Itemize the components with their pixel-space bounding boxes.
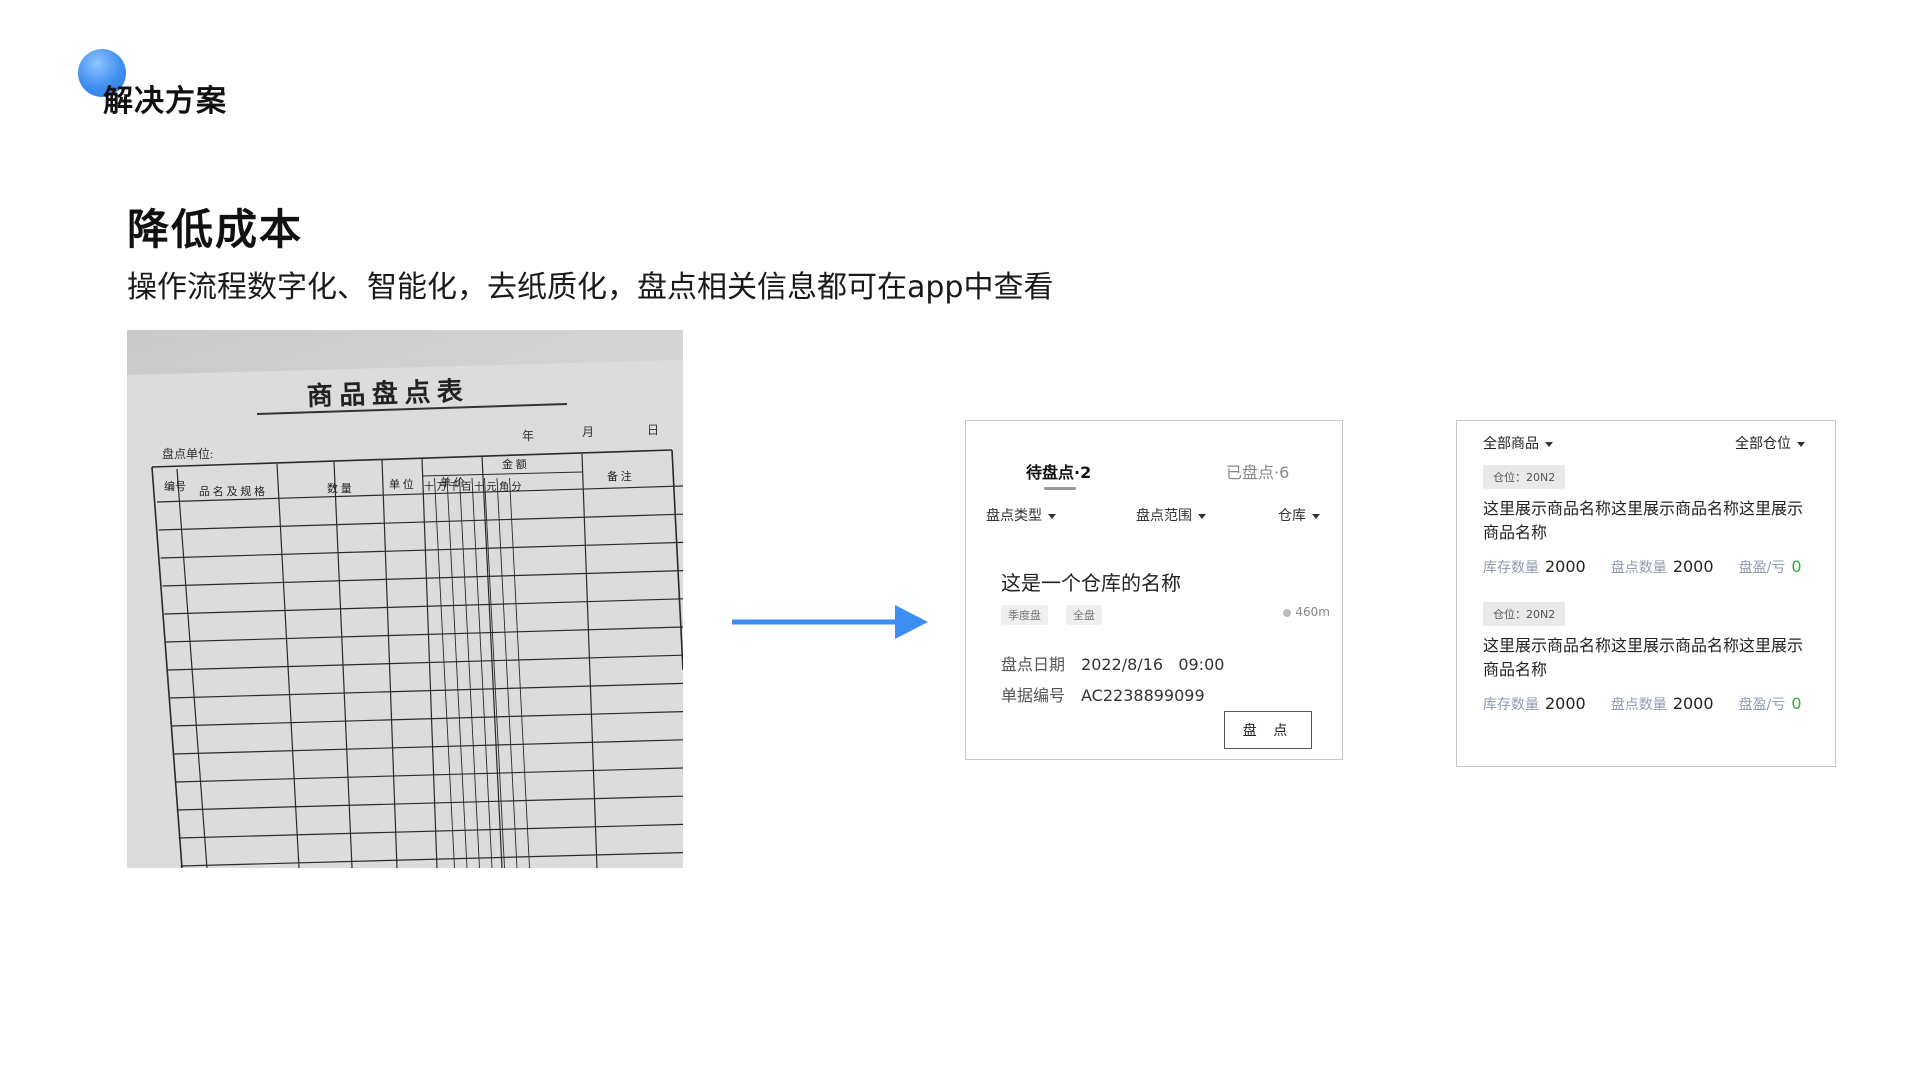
paper-col-qty: 数 量 bbox=[327, 482, 352, 495]
paper-form-title: 商 品 盘 点 表 bbox=[306, 376, 464, 411]
tag-quarterly: 季度盘 bbox=[1001, 605, 1048, 625]
caret-down-icon bbox=[1797, 441, 1805, 447]
paper-amount-subcol: 元 bbox=[487, 482, 497, 493]
warehouse-name: 这是一个仓库的名称 bbox=[1001, 571, 1181, 595]
filter-warehouse-dropdown[interactable]: 仓库 bbox=[1278, 505, 1320, 525]
info-row-doc: 单据编号 AC2238899099 bbox=[1001, 682, 1205, 706]
diff-label: 盘盈/亏 bbox=[1738, 697, 1786, 713]
tag-full: 全盘 bbox=[1066, 605, 1102, 625]
count-label: 盘点数量 bbox=[1610, 560, 1667, 576]
paper-col-id: 编号 bbox=[164, 479, 186, 493]
section-title: 解决方案 bbox=[103, 84, 227, 119]
paper-form-month: 月 bbox=[582, 425, 594, 439]
paper-amount-subcol: 百 bbox=[462, 481, 472, 493]
item-stats: 库存数量 2000 盘点数量 2000 盘盈/亏 0 bbox=[1483, 694, 1802, 714]
all-locations-label: 全部仓位 bbox=[1735, 436, 1791, 452]
doc-label: 单据编号 bbox=[1001, 686, 1066, 705]
filter-type-dropdown[interactable]: 盘点类型 bbox=[986, 505, 1056, 525]
paper-amount-subcol: 分 bbox=[512, 481, 522, 493]
right-arrow-icon bbox=[732, 605, 928, 639]
caret-down-icon bbox=[1312, 513, 1320, 519]
stock-value: 2000 bbox=[1545, 557, 1586, 576]
task-list-card: 待盘点·2 已盘点·6 盘点类型 盘点范围 仓库 这是一个仓库的名称 季度盘 全… bbox=[965, 420, 1343, 760]
paper-form-year: 年 bbox=[522, 429, 534, 443]
filter-type-label: 盘点类型 bbox=[986, 508, 1042, 524]
paper-amount-subcol: 万 bbox=[437, 482, 447, 493]
item-name[interactable]: 这里展示商品名称这里展示商品名称这里展示商品名称 bbox=[1483, 634, 1818, 682]
count-value: 2000 bbox=[1672, 557, 1714, 576]
active-tab-indicator bbox=[1044, 487, 1076, 490]
stock-value: 2000 bbox=[1545, 694, 1586, 713]
count-value: 2000 bbox=[1672, 694, 1714, 713]
location-tag: 仓位：20N2 bbox=[1483, 602, 1566, 626]
stock-label: 库存数量 bbox=[1483, 697, 1539, 713]
paper-amount-subcol: 千 bbox=[449, 481, 459, 493]
info-row-date: 盘点日期 2022/8/16 09:00 bbox=[1001, 651, 1224, 675]
paper-amount-subcol: 角 bbox=[499, 481, 509, 493]
start-count-button[interactable]: 盘 点 bbox=[1224, 711, 1312, 749]
paper-form-day: 日 bbox=[647, 423, 659, 437]
paper-col-notes: 备 注 bbox=[607, 469, 632, 483]
doc-value: AC2238899099 bbox=[1081, 686, 1205, 705]
diff-label: 盘盈/亏 bbox=[1738, 560, 1786, 576]
all-items-label: 全部商品 bbox=[1483, 436, 1539, 452]
item-list-card: 全部商品 全部仓位 仓位：20N2 这里展示商品名称这里展示商品名称这里展示商品… bbox=[1456, 420, 1836, 767]
filter-warehouse-label: 仓库 bbox=[1278, 508, 1306, 524]
caret-down-icon bbox=[1198, 513, 1206, 519]
tab-pending[interactable]: 待盘点·2 bbox=[1026, 459, 1091, 483]
filter-scope-label: 盘点范围 bbox=[1136, 508, 1192, 524]
paper-form-photo: 商 品 盘 点 表 盘点单位: 年 月 日 编号 品 名 及 规 格 数 量 单… bbox=[127, 330, 683, 868]
distance-value: 460m bbox=[1295, 605, 1330, 619]
count-label: 盘点数量 bbox=[1610, 697, 1667, 713]
diff-value: 0 bbox=[1791, 557, 1802, 576]
item-name[interactable]: 这里展示商品名称这里展示商品名称这里展示商品名称 bbox=[1483, 497, 1818, 545]
page-subheading: 操作流程数字化、智能化，去纸质化，盘点相关信息都可在app中查看 bbox=[127, 270, 1054, 305]
paper-amount-subcol: 十 bbox=[474, 480, 484, 493]
tab-completed[interactable]: 已盘点·6 bbox=[1226, 459, 1289, 483]
paper-form-unit-label: 盘点单位: bbox=[162, 446, 213, 461]
paper-amount-subcol: 十 bbox=[424, 480, 434, 493]
location-pin-icon bbox=[1283, 608, 1292, 617]
diff-value: 0 bbox=[1791, 694, 1802, 713]
date-value: 2022/8/16 09:00 bbox=[1081, 655, 1225, 674]
paper-col-amount: 金 额 bbox=[502, 457, 527, 471]
all-locations-dropdown[interactable]: 全部仓位 bbox=[1735, 433, 1805, 453]
page-heading: 降低成本 bbox=[127, 205, 304, 254]
stock-label: 库存数量 bbox=[1483, 560, 1539, 576]
item-stats: 库存数量 2000 盘点数量 2000 盘盈/亏 0 bbox=[1483, 557, 1802, 577]
all-items-dropdown[interactable]: 全部商品 bbox=[1483, 433, 1553, 453]
caret-down-icon bbox=[1048, 513, 1056, 519]
filter-scope-dropdown[interactable]: 盘点范围 bbox=[1136, 505, 1206, 525]
paper-col-unit: 单 位 bbox=[389, 477, 414, 491]
caret-down-icon bbox=[1545, 441, 1553, 447]
paper-col-name: 品 名 及 规 格 bbox=[199, 484, 265, 498]
distance-indicator: 460m bbox=[1283, 605, 1330, 619]
location-tag: 仓位：20N2 bbox=[1483, 465, 1566, 489]
date-label: 盘点日期 bbox=[1001, 655, 1066, 674]
